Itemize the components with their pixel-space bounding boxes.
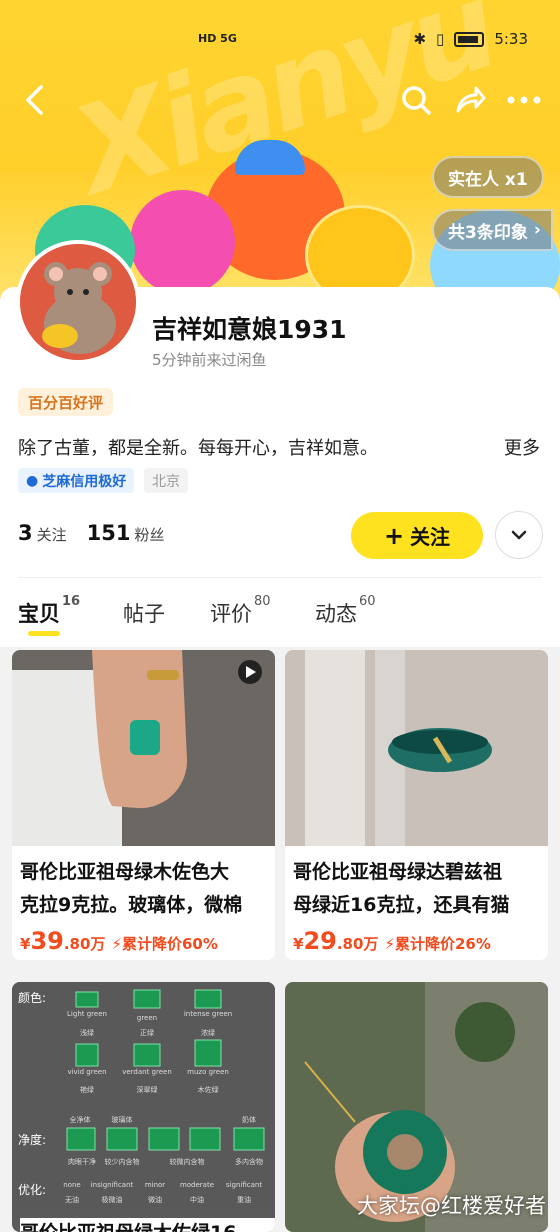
active-tab-indicator xyxy=(28,631,60,636)
clock: 5:33 xyxy=(494,30,528,48)
tab-posts[interactable]: 帖子 xyxy=(123,598,165,628)
share-icon[interactable] xyxy=(450,80,490,120)
svg-text:none: none xyxy=(63,1181,80,1189)
impressions-badge[interactable]: 共3条印象 › xyxy=(432,209,553,251)
svg-text:较微内含物: 较微内含物 xyxy=(170,1157,205,1166)
chevron-right-icon: › xyxy=(533,220,541,240)
svg-text:中油: 中油 xyxy=(190,1195,204,1204)
chevron-down-icon xyxy=(511,530,527,540)
product-title: 哥伦比亚祖母绿木佐绿16 xyxy=(20,1218,275,1232)
chart-label-color: 颜色: xyxy=(18,990,46,1005)
tab-reviews[interactable]: 评价80 xyxy=(210,594,271,628)
chart-label-clarity: 净度: xyxy=(18,1132,46,1147)
more-icon[interactable] xyxy=(504,80,544,120)
credit-tag[interactable]: ● 芝麻信用极好 xyxy=(18,468,135,493)
dropdown-button[interactable] xyxy=(495,511,543,559)
verified-badge[interactable]: 实在人 x1 xyxy=(432,156,544,198)
svg-text:极微油: 极微油 xyxy=(102,1195,123,1204)
plus-icon: + xyxy=(383,521,405,550)
site-watermark: 大家坛@红楼爱好者 xyxy=(357,1194,546,1218)
product-price: ¥ 29 .80 万 ⚡累计降价26% xyxy=(293,927,491,955)
followers-stat[interactable]: 151 粉丝 xyxy=(87,521,165,545)
svg-text:重油: 重油 xyxy=(237,1195,251,1204)
tab-items[interactable]: 宝贝16 xyxy=(18,594,80,628)
product-price: ¥ 39 .80 万 ⚡累计降价60% xyxy=(20,927,218,955)
back-icon[interactable] xyxy=(14,80,54,120)
svg-text:insignificant: insignificant xyxy=(91,1181,134,1189)
follow-button[interactable]: + 关注 xyxy=(351,512,483,559)
battery-icon xyxy=(454,31,485,47)
svg-text:intense green: intense green xyxy=(184,1010,232,1018)
svg-text:significant: significant xyxy=(226,1181,262,1189)
svg-text:玻璃体: 玻璃体 xyxy=(112,1115,133,1124)
svg-text:green: green xyxy=(137,1014,157,1022)
product-card[interactable]: 哥伦比亚祖母绿木佐色大 克拉9克拉。玻璃体，微棉 ¥ 39 .80 万 ⚡累计降… xyxy=(12,650,275,960)
svg-text:vivid green: vivid green xyxy=(67,1068,106,1076)
svg-text:正绿: 正绿 xyxy=(140,1028,154,1037)
product-title: 哥伦比亚祖母绿达碧兹祖 母绿近16克拉，还具有猫 xyxy=(293,861,510,916)
banner-pink-character xyxy=(130,190,235,295)
svg-text:多内含物: 多内含物 xyxy=(235,1157,263,1166)
svg-text:微油: 微油 xyxy=(148,1195,162,1204)
svg-text:浓绿: 浓绿 xyxy=(201,1028,215,1037)
bio-more-link[interactable]: 更多 xyxy=(504,434,540,460)
price-drop-badge: ⚡累计降价26% xyxy=(384,935,491,953)
svg-text:无油: 无油 xyxy=(65,1195,79,1204)
bluetooth-icon: ✱ xyxy=(413,30,427,48)
svg-text:moderate: moderate xyxy=(180,1181,214,1189)
product-title: 哥伦比亚祖母绿木佐色大 克拉9克拉。玻璃体，微棉 xyxy=(20,861,243,916)
network-indicator: HD 5G xyxy=(198,32,237,45)
product-card[interactable]: 哥伦比亚祖母绿达碧兹祖 母绿近16克拉，还具有猫 ¥ 29 .80 万 ⚡累计降… xyxy=(285,650,548,960)
avatar[interactable] xyxy=(16,240,140,364)
banner-yellow-character xyxy=(305,205,415,300)
svg-text:Light green: Light green xyxy=(67,1010,107,1018)
status-bar: HD 5G ✱ ▯ 5:33 xyxy=(0,30,560,54)
product-image: 颜色: 净度: 优化: Light green 浅绿 green 正绿 intens… xyxy=(12,982,275,1214)
following-stat[interactable]: 3 关注 xyxy=(18,521,67,545)
username: 吉祥如意娘1931 xyxy=(152,315,347,344)
search-icon[interactable] xyxy=(396,80,436,120)
svg-text:minor: minor xyxy=(145,1181,165,1189)
svg-text:muzo green: muzo green xyxy=(187,1068,229,1076)
svg-text:浅绿: 浅绿 xyxy=(80,1028,94,1037)
svg-text:艳绿: 艳绿 xyxy=(80,1085,94,1094)
flame-icon: ● xyxy=(26,472,39,489)
product-card[interactable]: 颜色: 净度: 优化: Light green 浅绿 green 正绿 intens… xyxy=(12,982,275,1232)
bio-text: 除了古董，都是全新。每每开心，吉祥如意。 xyxy=(18,438,378,459)
svg-text:奶体: 奶体 xyxy=(242,1115,256,1124)
svg-text:木佐绿: 木佐绿 xyxy=(198,1085,219,1094)
tab-activity[interactable]: 动态60 xyxy=(315,594,376,628)
svg-text:verdant green: verdant green xyxy=(122,1068,172,1076)
rating-badge: 百分百好评 xyxy=(18,388,114,416)
vibrate-icon: ▯ xyxy=(436,30,445,48)
divider xyxy=(18,577,542,578)
svg-text:全净体: 全净体 xyxy=(70,1115,91,1124)
svg-text:较少内含物: 较少内含物 xyxy=(105,1157,140,1166)
chart-label-optimize: 优化: xyxy=(18,1183,46,1197)
city-tag: 北京 xyxy=(144,468,188,493)
follow-stats: 3 关注 151 粉丝 xyxy=(18,521,165,545)
last-seen: 5分钟前来过闲鱼 xyxy=(152,351,267,369)
product-image xyxy=(12,650,275,846)
svg-text:肉眼干净: 肉眼干净 xyxy=(68,1157,96,1166)
price-drop-badge: ⚡累计降价60% xyxy=(111,935,218,953)
product-image xyxy=(285,650,548,846)
svg-text:深翠绿: 深翠绿 xyxy=(137,1085,158,1094)
